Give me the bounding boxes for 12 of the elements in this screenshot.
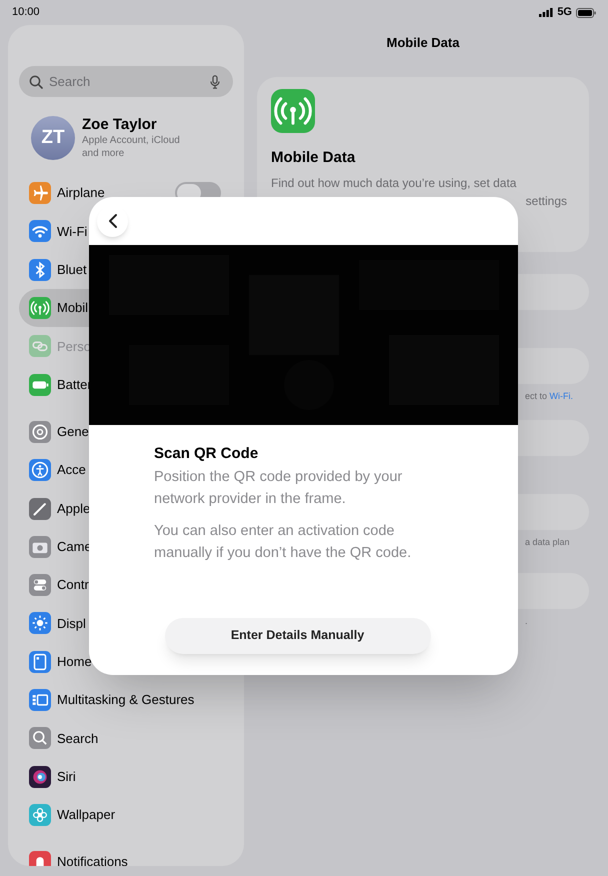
profile-subtitle: Apple Account, iCloud and more [82,134,181,160]
sheet-paragraph: Position the QR code provided by your network provider in the frame. [154,468,404,508]
sheet-paragraph: You can also enter an activation code manually if you don’t have the QR code. [154,522,412,562]
network-label: 5G [557,5,572,20]
card-description: Find out how much data you’re using, set data [271,174,518,192]
sheet-title: Scan QR Code [154,444,260,464]
page-title: Mobile Data [386,34,460,49]
card-heading: Mobile Data [271,148,356,168]
status-time: 10:00 [12,5,40,20]
card-description-end: settings [524,192,568,210]
footnote-text: a data plan [524,536,571,548]
footnote-text: . [524,615,529,627]
